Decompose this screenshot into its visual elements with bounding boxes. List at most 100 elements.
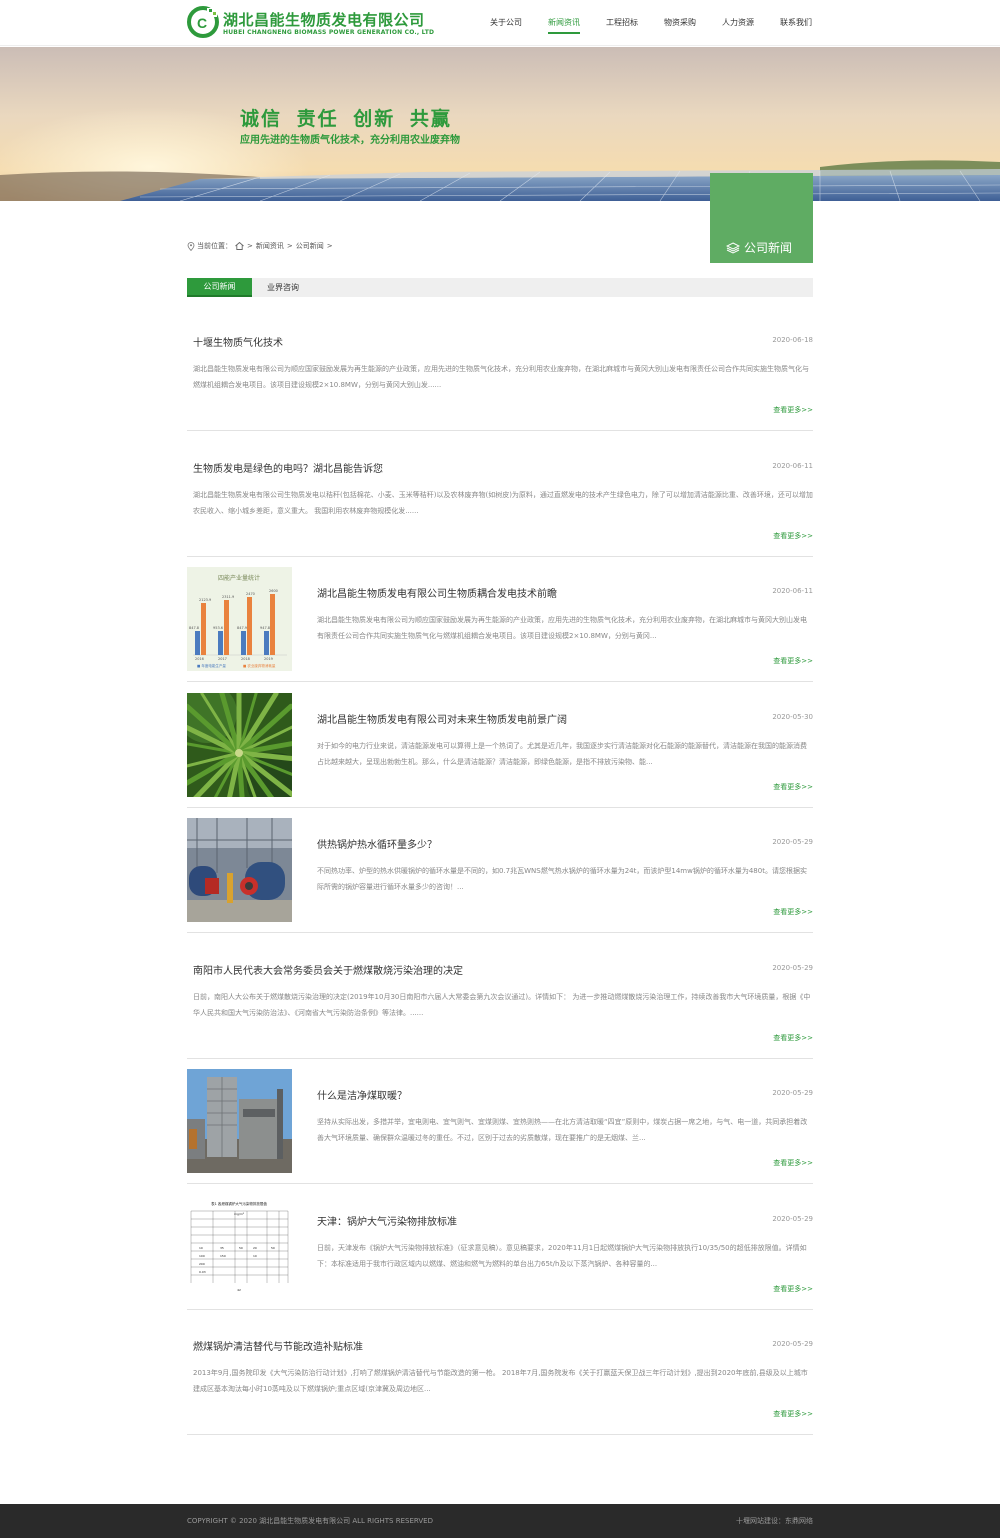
news-title[interactable]: 湖北昌能生物质发电有限公司对未来生物质发电前景广阔 xyxy=(317,711,567,726)
nav-item-hr[interactable]: 人力资源 xyxy=(722,0,754,46)
solar-field-image xyxy=(0,47,1000,201)
news-title[interactable]: 天津：锅炉大气污染物排放标准 xyxy=(317,1213,457,1228)
nav-item-about[interactable]: 关于公司 xyxy=(490,0,522,46)
news-date: 2020-05-30 xyxy=(772,712,813,721)
company-name-cn: 湖北昌能生物质发电有限公司 xyxy=(223,11,425,29)
thumb-chart-year: 2016 xyxy=(195,657,204,661)
thumb-table-cell: 150 xyxy=(220,1254,226,1258)
news-summary: 2013年9月,国务院印发《大气污染防治行动计划》,打响了燃煤锅炉清洁替代与节能… xyxy=(193,1369,808,1393)
news-item[interactable]: 表1 各燃煤锅炉大气污染物排放限值 mg/m³ 10 35 50 100 150… xyxy=(187,1184,813,1310)
thumb-chart-label: 947.8 xyxy=(260,626,270,630)
news-tabs: 公司新闻 业界咨询 xyxy=(187,278,813,297)
nav-item-tender[interactable]: 工程招标 xyxy=(606,0,638,46)
bar-chart-thumbnail: 四能产业量统计 2123.9 2311.9 2470 2600 847.8 95… xyxy=(187,567,292,671)
news-item[interactable]: 生物质发电是绿色的电吗？湖北昌能告诉您 2020-06-11 湖北昌能生物质发电有限… xyxy=(187,431,813,557)
banner-slogan: 诚信 责任 创新 共赢 xyxy=(240,108,452,130)
read-more-link[interactable]: 查看更多>> xyxy=(773,1284,813,1294)
read-more-link[interactable]: 查看更多>> xyxy=(773,1158,813,1168)
news-thumbnail[interactable]: 表1 各燃煤锅炉大气污染物排放限值 mg/m³ 10 35 50 100 150… xyxy=(187,1194,292,1299)
main-nav: 关于公司 新闻资讯 工程招标 物资采购 人力资源 联系我们 xyxy=(464,0,812,46)
news-title[interactable]: 燃煤锅炉清洁替代与节能改造补贴标准 xyxy=(193,1338,363,1353)
breadcrumb-sep: > xyxy=(247,242,253,250)
thumb-table-unit: mg/m³ xyxy=(234,1212,245,1216)
thumb-chart-legend: ■ 年度电能生产量 xyxy=(197,663,226,668)
read-more-link[interactable]: 查看更多>> xyxy=(773,907,813,917)
thumb-chart-legend: ■ 农业废弃物消耗量 xyxy=(243,663,276,668)
news-title[interactable]: 十堰生物质气化技术 xyxy=(193,334,283,349)
thumb-chart-label: 2470 xyxy=(246,592,255,596)
news-title[interactable]: 生物质发电是绿色的电吗？湖北昌能告诉您 xyxy=(193,460,383,475)
news-item[interactable]: 十堰生物质气化技术 2020-06-18 湖北昌能生物质发电有限公司为顺应国家鼓励发… xyxy=(187,305,813,431)
news-date: 2020-06-11 xyxy=(772,461,813,470)
news-item[interactable]: 什么是洁净煤取暖？ 2020-05-29 坚持从实际出发，多措并举，宜电则电、宜气则… xyxy=(187,1058,813,1184)
tab-company-news[interactable]: 公司新闻 xyxy=(187,278,252,297)
news-date: 2020-05-29 xyxy=(772,1089,813,1097)
thumb-table-cell: 0.03 xyxy=(199,1270,206,1274)
thumb-chart-label: 953.6 xyxy=(213,626,223,630)
news-title[interactable]: 什么是洁净煤取暖？ xyxy=(317,1087,407,1102)
thumb-chart-year: 2019 xyxy=(264,657,273,661)
emission-table-image: 表1 各燃煤锅炉大气污染物排放限值 mg/m³ 10 35 50 100 150… xyxy=(187,1194,292,1299)
news-date: 2020-05-29 xyxy=(772,1340,813,1348)
breadcrumb-item-company-news[interactable]: 公司新闻 xyxy=(296,241,324,251)
section-badge: 公司新闻 xyxy=(710,173,813,263)
thumb-table-cell: 20 xyxy=(253,1246,257,1250)
news-item[interactable]: 四能产业量统计 2123.9 2311.9 2470 2600 847.8 95… xyxy=(187,556,813,682)
read-more-link[interactable]: 查看更多>> xyxy=(773,656,813,666)
news-thumbnail[interactable] xyxy=(187,1069,292,1173)
nav-item-news[interactable]: 新闻资讯 xyxy=(548,0,580,46)
read-more-link[interactable]: 查看更多>> xyxy=(773,405,813,415)
thumb-chart-label: 847.9 xyxy=(237,626,247,630)
news-item[interactable]: 湖北昌能生物质发电有限公司对未来生物质发电前景广阔 2020-05-30 对于如今的… xyxy=(187,682,813,808)
palm-leaf-photo xyxy=(187,692,292,797)
breadcrumb-item-news[interactable]: 新闻资讯 xyxy=(256,241,284,251)
nav-item-procurement[interactable]: 物资采购 xyxy=(664,0,696,46)
svg-text:42: 42 xyxy=(237,1288,241,1292)
news-title[interactable]: 南阳市人民代表大会常务委员会关于燃煤散烧污染治理的决定 xyxy=(193,962,463,977)
thumb-table-cell: 35 xyxy=(220,1246,224,1250)
news-summary: 日前，天津发布《锅炉大气污染物排放标准》（征求意见稿）。意见稿要求，2020年1… xyxy=(317,1243,807,1268)
news-summary: 湖北昌能生物质发电有限公司生物质发电以秸秆(包括棉花、小麦、玉米等秸秆)以及农林… xyxy=(193,490,813,515)
footer-credit[interactable]: 十堰网站建设：东鼎网络 xyxy=(736,1516,813,1526)
thumb-chart-year: 2018 xyxy=(241,657,250,661)
banner-subslogan: 应用先进的生物质气化技术，充分利用农业废弃物 xyxy=(240,135,460,146)
breadcrumb-sep: > xyxy=(326,242,333,250)
news-thumbnail[interactable] xyxy=(187,818,292,922)
news-summary: 日前，南阳人大公布关于燃煤散烧污染治理的决定(2019年10月30日南阳市六届人… xyxy=(193,992,811,1017)
site-header: C 湖北昌能生物质发电有限公司 HUBEI CHANGNENG BIOMASS … xyxy=(0,0,1000,46)
thumb-chart-year: 2017 xyxy=(218,657,227,661)
thumb-table-cell: 100 xyxy=(199,1254,205,1258)
thumb-chart-title: 四能产业量统计 xyxy=(218,574,260,582)
thumb-table-cell: 50 xyxy=(239,1246,243,1250)
tab-industry-news[interactable]: 业界咨询 xyxy=(255,278,311,297)
read-more-link[interactable]: 查看更多>> xyxy=(773,782,813,792)
thumb-table-cell: 200 xyxy=(199,1262,205,1266)
read-more-link[interactable]: 查看更多>> xyxy=(773,531,813,541)
read-more-link[interactable]: 查看更多>> xyxy=(773,1409,813,1419)
thumb-chart-label: 2123.9 xyxy=(199,598,211,602)
power-plant-photo xyxy=(187,1069,292,1173)
news-title[interactable]: 供热锅炉热水循环量多少？ xyxy=(317,836,437,851)
thumb-table-cell: 50 xyxy=(271,1246,275,1250)
home-icon[interactable] xyxy=(235,242,244,250)
news-thumbnail[interactable] xyxy=(187,692,292,797)
read-more-link[interactable]: 查看更多>> xyxy=(773,1033,813,1043)
news-summary: 不同热功率、炉型的热水供暖锅炉的循环水量是不同的，如0.7兆瓦WNS燃气热水锅炉… xyxy=(317,867,807,891)
news-item[interactable]: 南阳市人民代表大会常务委员会关于燃煤散烧污染治理的决定 2020-05-29 日前，… xyxy=(187,933,813,1059)
logo-mark-icon: C xyxy=(187,6,219,38)
news-title[interactable]: 湖北昌能生物质发电有限公司生物质耦合发电技术前瞻 xyxy=(317,585,557,600)
nav-item-contact[interactable]: 联系我们 xyxy=(780,0,812,46)
breadcrumb-prefix: 当前位置： xyxy=(197,242,232,250)
thumb-table-cell: 10 xyxy=(253,1254,257,1258)
breadcrumb: 当前位置： > 新闻资讯 > 公司新闻 > xyxy=(187,241,336,251)
news-item[interactable]: 燃煤锅炉清洁替代与节能改造补贴标准 2020-05-29 2013年9月,国务院印发… xyxy=(187,1309,813,1435)
news-date: 2020-05-29 xyxy=(772,1214,813,1223)
news-thumbnail[interactable]: 四能产业量统计 2123.9 2311.9 2470 2600 847.8 95… xyxy=(187,567,292,671)
company-logo[interactable]: C 湖北昌能生物质发电有限公司 HUBEI CHANGNENG BIOMASS … xyxy=(187,6,434,40)
news-date: 2020-05-29 xyxy=(772,838,813,846)
breadcrumb-sep: > xyxy=(286,242,293,250)
footer-copyright: COPYRIGHT © 2020 湖北昌能生物质发电有限公司 ALL RIGHT… xyxy=(187,1517,433,1525)
news-item[interactable]: 供热锅炉热水循环量多少？ 2020-05-29 不同热功率、炉型的热水供暖锅炉的循环… xyxy=(187,807,813,933)
news-summary: 坚持从实际出发，多措并举，宜电则电、宜气则气、宜煤则煤、宜热则热——在北方清洁取… xyxy=(317,1118,808,1142)
location-pin-icon xyxy=(187,241,195,251)
